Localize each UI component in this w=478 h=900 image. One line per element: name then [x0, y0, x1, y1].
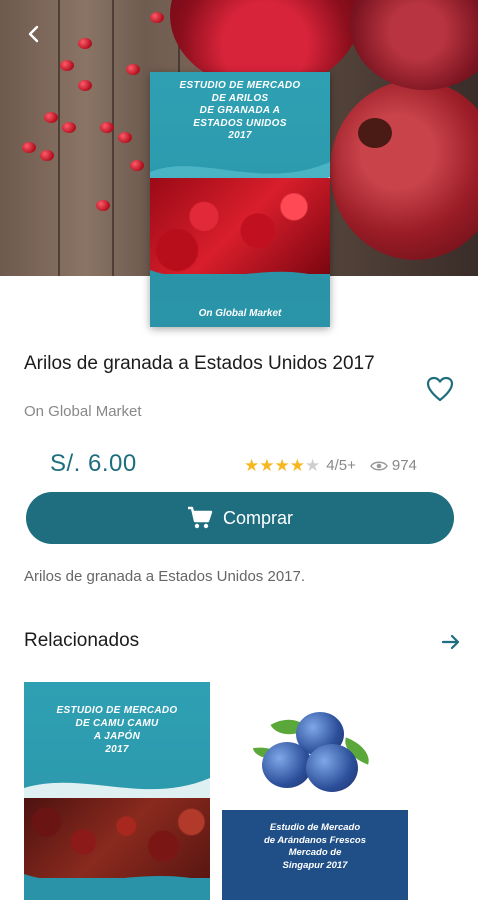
rating-label: 4/5+: [326, 457, 356, 474]
book-cover: ESTUDIO DE MERCADO DE ARILOS DE GRANADA …: [150, 72, 330, 327]
related-more-button[interactable]: [440, 632, 462, 652]
related-item-camu-camu[interactable]: ESTUDIO DE MERCADO DE CAMU CAMU A JAPÓN …: [24, 682, 210, 900]
buy-button[interactable]: Comprar: [26, 492, 454, 544]
related-cover-photo: [24, 798, 210, 878]
product-title: Arilos de granada a Estados Unidos 2017: [24, 353, 375, 374]
buy-button-label: Comprar: [222, 507, 293, 528]
related-cover-title: ESTUDIO DE MERCADO DE CAMU CAMU A JAPÓN …: [56, 705, 178, 755]
related-item-arandanos[interactable]: Estudio de Mercado de Arándanos Frescos …: [222, 682, 408, 900]
star-filled-icon: ★: [244, 456, 260, 475]
cover-photo: [150, 178, 330, 274]
cover-brand: On Global Market: [198, 308, 282, 319]
related-cover-title: Estudio de Mercado de Arándanos Frescos …: [263, 822, 367, 871]
star-filled-icon: ★: [259, 456, 275, 475]
eye-icon: [370, 461, 388, 470]
arrow-right-icon: [441, 634, 460, 650]
cover-wave-bottom: [150, 270, 330, 302]
heart-outline-icon: [426, 376, 454, 402]
cart-icon: [187, 506, 213, 529]
favorite-button[interactable]: [426, 376, 454, 402]
back-button[interactable]: [18, 18, 50, 50]
rating: ★ ★ ★ ★ ★ 4/5+ 974: [244, 457, 417, 474]
star-filled-icon: ★: [289, 456, 305, 475]
star-empty-icon: ★: [305, 456, 321, 475]
arrow-left-icon: [28, 25, 39, 43]
product-description: Arilos de granada a Estados Unidos 2017.: [24, 568, 306, 585]
rating-stars: ★ ★ ★ ★ ★: [244, 457, 320, 474]
star-filled-icon: ★: [274, 456, 290, 475]
related-title: Relacionados: [24, 630, 140, 651]
cover-title: ESTUDIO DE MERCADO DE ARILOS DE GRANADA …: [179, 80, 301, 141]
product-publisher: On Global Market: [24, 403, 142, 420]
views-count: 974: [370, 457, 417, 474]
product-price: S/. 6.00: [50, 450, 137, 477]
related-cover-wave-bottom: [24, 874, 210, 900]
